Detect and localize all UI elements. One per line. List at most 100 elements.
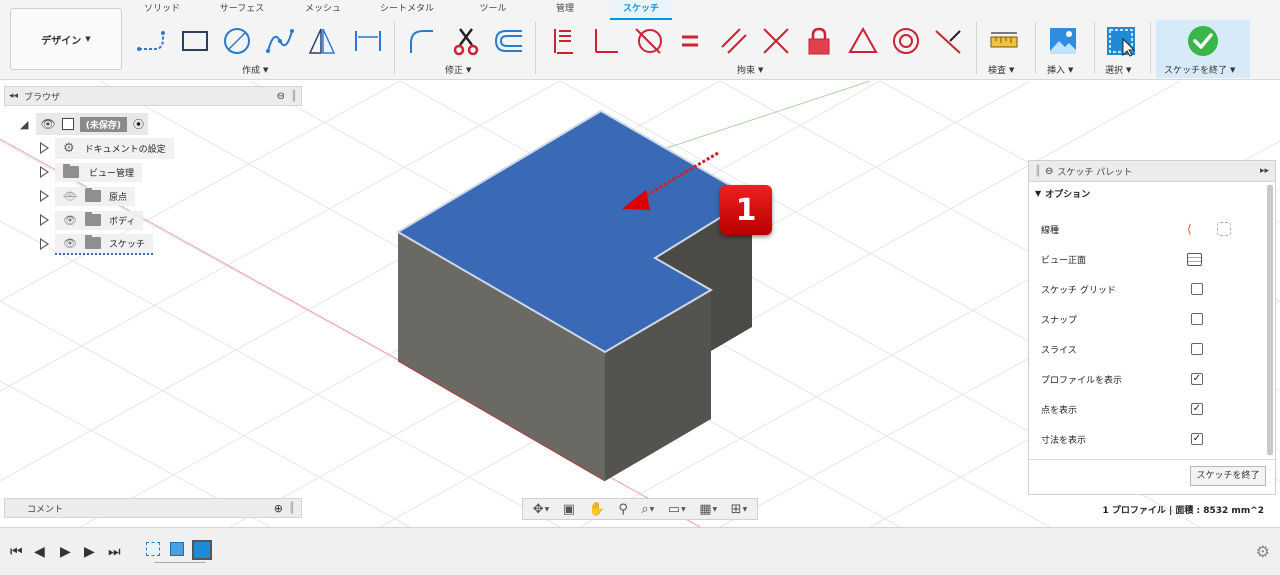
eye-icon[interactable]: 👁 [63,237,77,250]
modify-menu[interactable]: 修正 ▼ [445,63,471,77]
collapse-panel-icon[interactable]: ◂◂ [9,91,18,101]
look-at-icon[interactable] [1187,252,1202,266]
rectangle-tool[interactable] [177,23,213,59]
zoom-icon[interactable]: ⚲ [618,502,628,517]
insert-menu[interactable]: 挿入 ▼ [1047,63,1073,77]
measure-tool[interactable] [986,23,1022,59]
eye-hidden-icon[interactable]: 👁 [63,190,77,203]
expand-panel-icon[interactable]: ▸▸ [1260,166,1269,176]
tab-tools[interactable]: ツール [468,0,518,20]
tab-sketch[interactable]: スケッチ [610,0,672,20]
line-tool[interactable] [133,23,169,59]
grid-settings-icon[interactable]: ▦ ▼ [699,502,717,517]
constraints-menu[interactable]: 拘束 ▼ [737,63,763,77]
horizontal-constraint-tool[interactable] [545,23,581,59]
slice-checkbox[interactable] [1191,343,1203,355]
expand-triangle-icon[interactable] [40,214,49,226]
orbit-icon[interactable]: ✥ ▼ [533,502,550,517]
expand-triangle-icon[interactable] [40,166,49,178]
show-points-checkbox[interactable]: ✓ [1191,403,1203,415]
eye-icon[interactable]: 👁 [40,117,55,131]
go-to-end-icon[interactable]: ⏭ [108,544,121,560]
construction-line-icon[interactable]: ⟨ [1187,222,1192,236]
minimize-icon[interactable]: ⊖ [1045,166,1053,177]
tree-item-view-management[interactable]: ビュー管理 [40,162,143,182]
tab-surface[interactable]: サーフェス [216,0,268,20]
circle-tool[interactable] [219,23,255,59]
palette-scrollbar[interactable] [1267,185,1273,455]
go-to-start-icon[interactable]: ⏮ [10,544,23,560]
palette-header[interactable]: ║ ⊖ スケッチ パレット ▸▸ [1029,161,1275,182]
minimize-icon[interactable]: ⊖ [277,91,285,102]
dimension-tool[interactable] [350,23,386,59]
equal-tool[interactable] [672,23,708,59]
expand-triangle-icon[interactable] [40,190,49,202]
expand-triangle-icon[interactable] [40,238,49,250]
sketch-grid-checkbox[interactable] [1191,283,1203,295]
expand-triangle-icon[interactable]: ◢ [20,118,28,131]
sketch-palette: ║ ⊖ スケッチ パレット ▸▸ ▼ オプション 線種 ⟨ ビュー正面 スケッチ… [1028,160,1276,495]
look-at-icon[interactable]: ▣ [563,502,575,517]
component-icon [61,118,74,130]
show-profile-checkbox[interactable]: ✓ [1191,373,1203,385]
eye-icon[interactable]: 👁 [63,214,77,227]
activate-radio-icon[interactable]: ⦿ [133,116,144,132]
show-dimensions-checkbox[interactable]: ✓ [1191,433,1203,445]
step-forward-icon[interactable]: ▶︎ [84,544,95,560]
tree-item-document-settings[interactable]: ⚙ ドキュメントの設定 [40,137,174,159]
play-icon[interactable]: ▶ [60,544,71,560]
create-menu[interactable]: 作成 ▼ [242,63,268,77]
tangent-tool[interactable] [630,23,666,59]
timeline-settings-gear-icon[interactable]: ⚙ [1256,542,1270,561]
inspect-menu[interactable]: 検査 ▼ [988,63,1014,77]
parallel-tool[interactable] [716,23,752,59]
separator [394,22,395,74]
snap-checkbox[interactable] [1191,313,1203,325]
fillet-tool[interactable] [403,23,439,59]
comment-panel[interactable]: コメント ⊕ ║ [4,498,302,518]
palette-finish-sketch-button[interactable]: スケッチを終了 [1190,466,1266,486]
finish-sketch-button[interactable] [1185,23,1221,59]
finish-sketch-label: スケッチを終了 [1164,66,1228,76]
options-section-header[interactable]: ▼ オプション [1029,182,1275,204]
mirror-tool[interactable] [304,23,340,59]
pan-hand-icon[interactable]: ✋ [589,502,605,517]
step-back-icon[interactable]: ◀︎ [34,544,45,560]
tree-item-sketches[interactable]: 👁 スケッチ [40,233,153,255]
timeline-sketch-feature-icon[interactable] [146,542,160,556]
display-settings-icon[interactable]: ▭ ▼ [668,502,686,517]
timeline-active-sketch-icon[interactable] [192,540,212,560]
concentric-tool[interactable] [888,23,924,59]
perpendicular-tool[interactable] [588,23,624,59]
tab-mesh[interactable]: メッシュ [298,0,348,20]
timeline-extrude-feature-icon[interactable] [170,542,184,556]
fix-tool[interactable] [801,23,837,59]
finish-sketch-menu[interactable]: スケッチを終了 ▼ [1164,63,1236,77]
coincident-tool[interactable] [758,23,794,59]
browser-header[interactable]: ◂◂ ブラウザ ⊖ ║ [4,86,302,106]
tab-manage[interactable]: 管理 [544,0,586,20]
panel-grip-icon[interactable]: ║ [1035,166,1041,177]
spline-tool[interactable] [262,23,298,59]
offset-tool[interactable] [490,23,526,59]
expand-triangle-icon[interactable] [40,142,49,154]
viewports-icon[interactable]: ⊞ ▼ [731,502,748,517]
trim-tool[interactable] [448,23,484,59]
tab-solid[interactable]: ソリッド [136,0,188,20]
panel-grip-icon[interactable]: ║ [291,91,297,102]
select-menu[interactable]: 選択 ▼ [1105,63,1131,77]
panel-grip-icon[interactable]: ║ [289,503,295,514]
fit-zoom-icon[interactable]: ⌕ ▼ [641,502,654,517]
tree-item-origin[interactable]: 👁 原点 [40,186,135,206]
centerline-icon[interactable] [1217,222,1231,236]
workspace-dropdown[interactable]: デザイン ▼ [10,8,122,70]
chevron-down-icon: ▼ [1230,65,1236,74]
midpoint-tool[interactable] [930,23,966,59]
insert-image-tool[interactable] [1045,23,1081,59]
tree-item-bodies[interactable]: 👁 ボディ [40,210,144,230]
tab-sheet-metal[interactable]: シートメタル [376,0,438,20]
add-comment-icon[interactable]: ⊕ [274,502,283,515]
select-tool[interactable] [1103,23,1139,59]
symmetry-tool[interactable] [845,23,881,59]
browser-root-row[interactable]: ◢ 👁 (未保存) ⦿ [20,113,148,135]
